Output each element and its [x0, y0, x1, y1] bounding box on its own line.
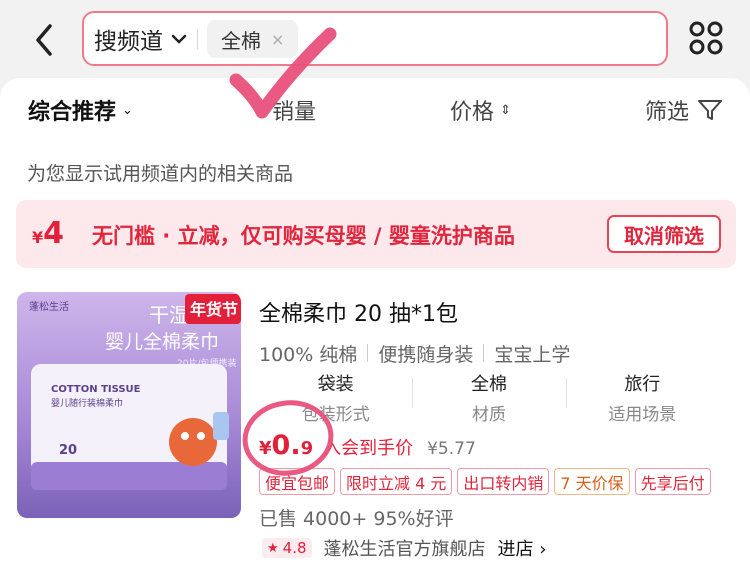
star-icon: ★: [267, 540, 279, 556]
feature-item: 100% 纯棉: [259, 344, 358, 366]
sort-sales[interactable]: 销量: [272, 94, 316, 126]
shop-rating: ★ 4.8: [262, 538, 312, 558]
attribute-key: 材质: [471, 405, 506, 425]
price-integer: 0.: [271, 430, 301, 461]
attribute-value: 旅行: [624, 374, 661, 395]
search-divider: [197, 29, 198, 49]
promo-badge: 出口转内销: [457, 468, 550, 495]
attribute-key: 适用场景: [608, 405, 677, 425]
sort-bar: 综合推荐 ⌄ 销量 价格 ⇕ 筛选: [0, 86, 750, 134]
attribute-value: 袋装: [317, 374, 354, 395]
grid-icon: [689, 21, 723, 55]
mascot-shape: [169, 418, 217, 466]
image-brand-text: 蓬松生活: [29, 300, 69, 313]
promo-badge: 限时立减 4 元: [340, 468, 453, 495]
product-features: 100% 纯棉 便携随身装 宝宝上学: [259, 340, 570, 367]
back-arrow-icon: [36, 24, 52, 56]
product-image[interactable]: 蓬松生活 干湿 年货节 婴儿全棉柔巾 20片/包便携装 COTTON TISSU…: [17, 292, 241, 518]
price-label: 入会到手价: [323, 438, 414, 459]
package-bottom: [31, 462, 227, 490]
search-bar[interactable]: 搜频道 全棉 ×: [82, 11, 668, 66]
more-menu-button[interactable]: [689, 21, 723, 55]
channel-selector[interactable]: 搜频道: [94, 13, 187, 64]
image-headline-1: 干湿: [149, 303, 189, 327]
attribute-key: 包装形式: [301, 405, 370, 425]
chevron-down-icon: ⌄: [122, 102, 133, 118]
product-attributes: 袋装 包装形式 全棉 材质 旅行 适用场景: [259, 370, 719, 425]
filter-button[interactable]: 筛选: [645, 94, 723, 126]
pack-cn-text: 婴儿随行装棉柔巾: [51, 397, 123, 409]
shop-row: ★ 4.8 蓬松生活官方旗舰店 进店 ›: [262, 535, 546, 561]
coupon-banner: ¥4 无门槛 · 立减，仅可购买母婴 / 婴童洗护商品 取消筛选: [16, 200, 736, 268]
feature-item: 便携随身装: [378, 344, 474, 366]
filter-label: 筛选: [645, 100, 690, 125]
promo-badge: 便宜包邮: [259, 468, 336, 495]
sort-sales-label: 销量: [272, 100, 317, 125]
enter-shop-link[interactable]: 进店 ›: [498, 535, 547, 561]
coupon-description: 无门槛 · 立减，仅可购买母婴 / 婴童洗护商品: [92, 224, 515, 248]
feature-divider: [483, 344, 485, 362]
price-currency: ¥: [259, 438, 272, 459]
promo-badges: 便宜包邮 限时立减 4 元 出口转内销 7 天价保 先享后付: [259, 468, 716, 495]
sort-price-label: 价格: [450, 100, 495, 125]
sales-info: 已售 4000+ 95%好评: [259, 508, 454, 530]
channel-label: 搜频道: [94, 28, 163, 55]
sort-comprehensive-label: 综合推荐: [28, 100, 117, 125]
product-card[interactable]: 蓬松生活 干湿 年货节 婴儿全棉柔巾 20片/包便携装 COTTON TISSU…: [0, 280, 750, 583]
attribute-value: 全棉: [470, 374, 507, 395]
promo-badge: 先享后付: [634, 468, 711, 495]
member-price: ¥0.9: [259, 430, 313, 461]
pack-en-text: COTTON TISSUE: [51, 384, 141, 395]
filter-icon: [698, 100, 723, 120]
attribute-scene: 旅行 适用场景: [565, 370, 719, 425]
coupon-amount: ¥4: [32, 216, 64, 251]
channel-notice: 为您显示试用频道内的相关商品: [27, 163, 294, 185]
search-keyword-tag[interactable]: 全棉 ×: [207, 20, 299, 58]
top-bar: 搜频道 全棉 ×: [0, 0, 750, 80]
feature-divider: [367, 344, 369, 362]
product-title[interactable]: 全棉柔巾 20 抽*1包: [259, 296, 458, 328]
sort-toggle-icon: ⇕: [500, 102, 511, 118]
price-row: ¥0.9 入会到手价 ¥5.77: [259, 430, 476, 466]
mascot-bag: [213, 412, 229, 440]
shop-name[interactable]: 蓬松生活官方旗舰店: [324, 535, 486, 561]
promo-badge: 7 天价保: [554, 468, 630, 495]
pack-count-text: 20: [59, 443, 77, 458]
results-panel: 综合推荐 ⌄ 销量 价格 ⇕ 筛选 为您显示试用频道内的相关商品 ¥4 无门槛 …: [0, 78, 750, 583]
remove-tag-icon[interactable]: ×: [271, 30, 284, 49]
shop-rating-value: 4.8: [282, 539, 307, 557]
sort-price[interactable]: 价格 ⇕: [450, 94, 511, 126]
coupon-value: 4: [43, 216, 65, 251]
product-illustration: 蓬松生活 干湿 年货节 婴儿全棉柔巾 20片/包便携装 COTTON TISSU…: [29, 294, 241, 490]
chevron-down-icon: [171, 34, 187, 44]
feature-item: 宝宝上学: [494, 344, 571, 366]
festival-badge-text: 年货节: [190, 300, 238, 319]
cancel-filter-button[interactable]: 取消筛选: [607, 215, 721, 253]
back-button[interactable]: [30, 20, 60, 60]
original-price: ¥5.77: [427, 439, 476, 459]
attribute-packaging: 袋装 包装形式: [259, 370, 412, 425]
sort-comprehensive[interactable]: 综合推荐 ⌄: [28, 94, 133, 126]
coupon-currency: ¥: [32, 228, 44, 247]
attribute-material: 全棉 材质: [412, 370, 565, 425]
search-keyword: 全棉: [221, 28, 261, 53]
price-decimal: 9: [300, 438, 314, 459]
image-headline-2: 婴儿全棉柔巾: [105, 331, 219, 353]
